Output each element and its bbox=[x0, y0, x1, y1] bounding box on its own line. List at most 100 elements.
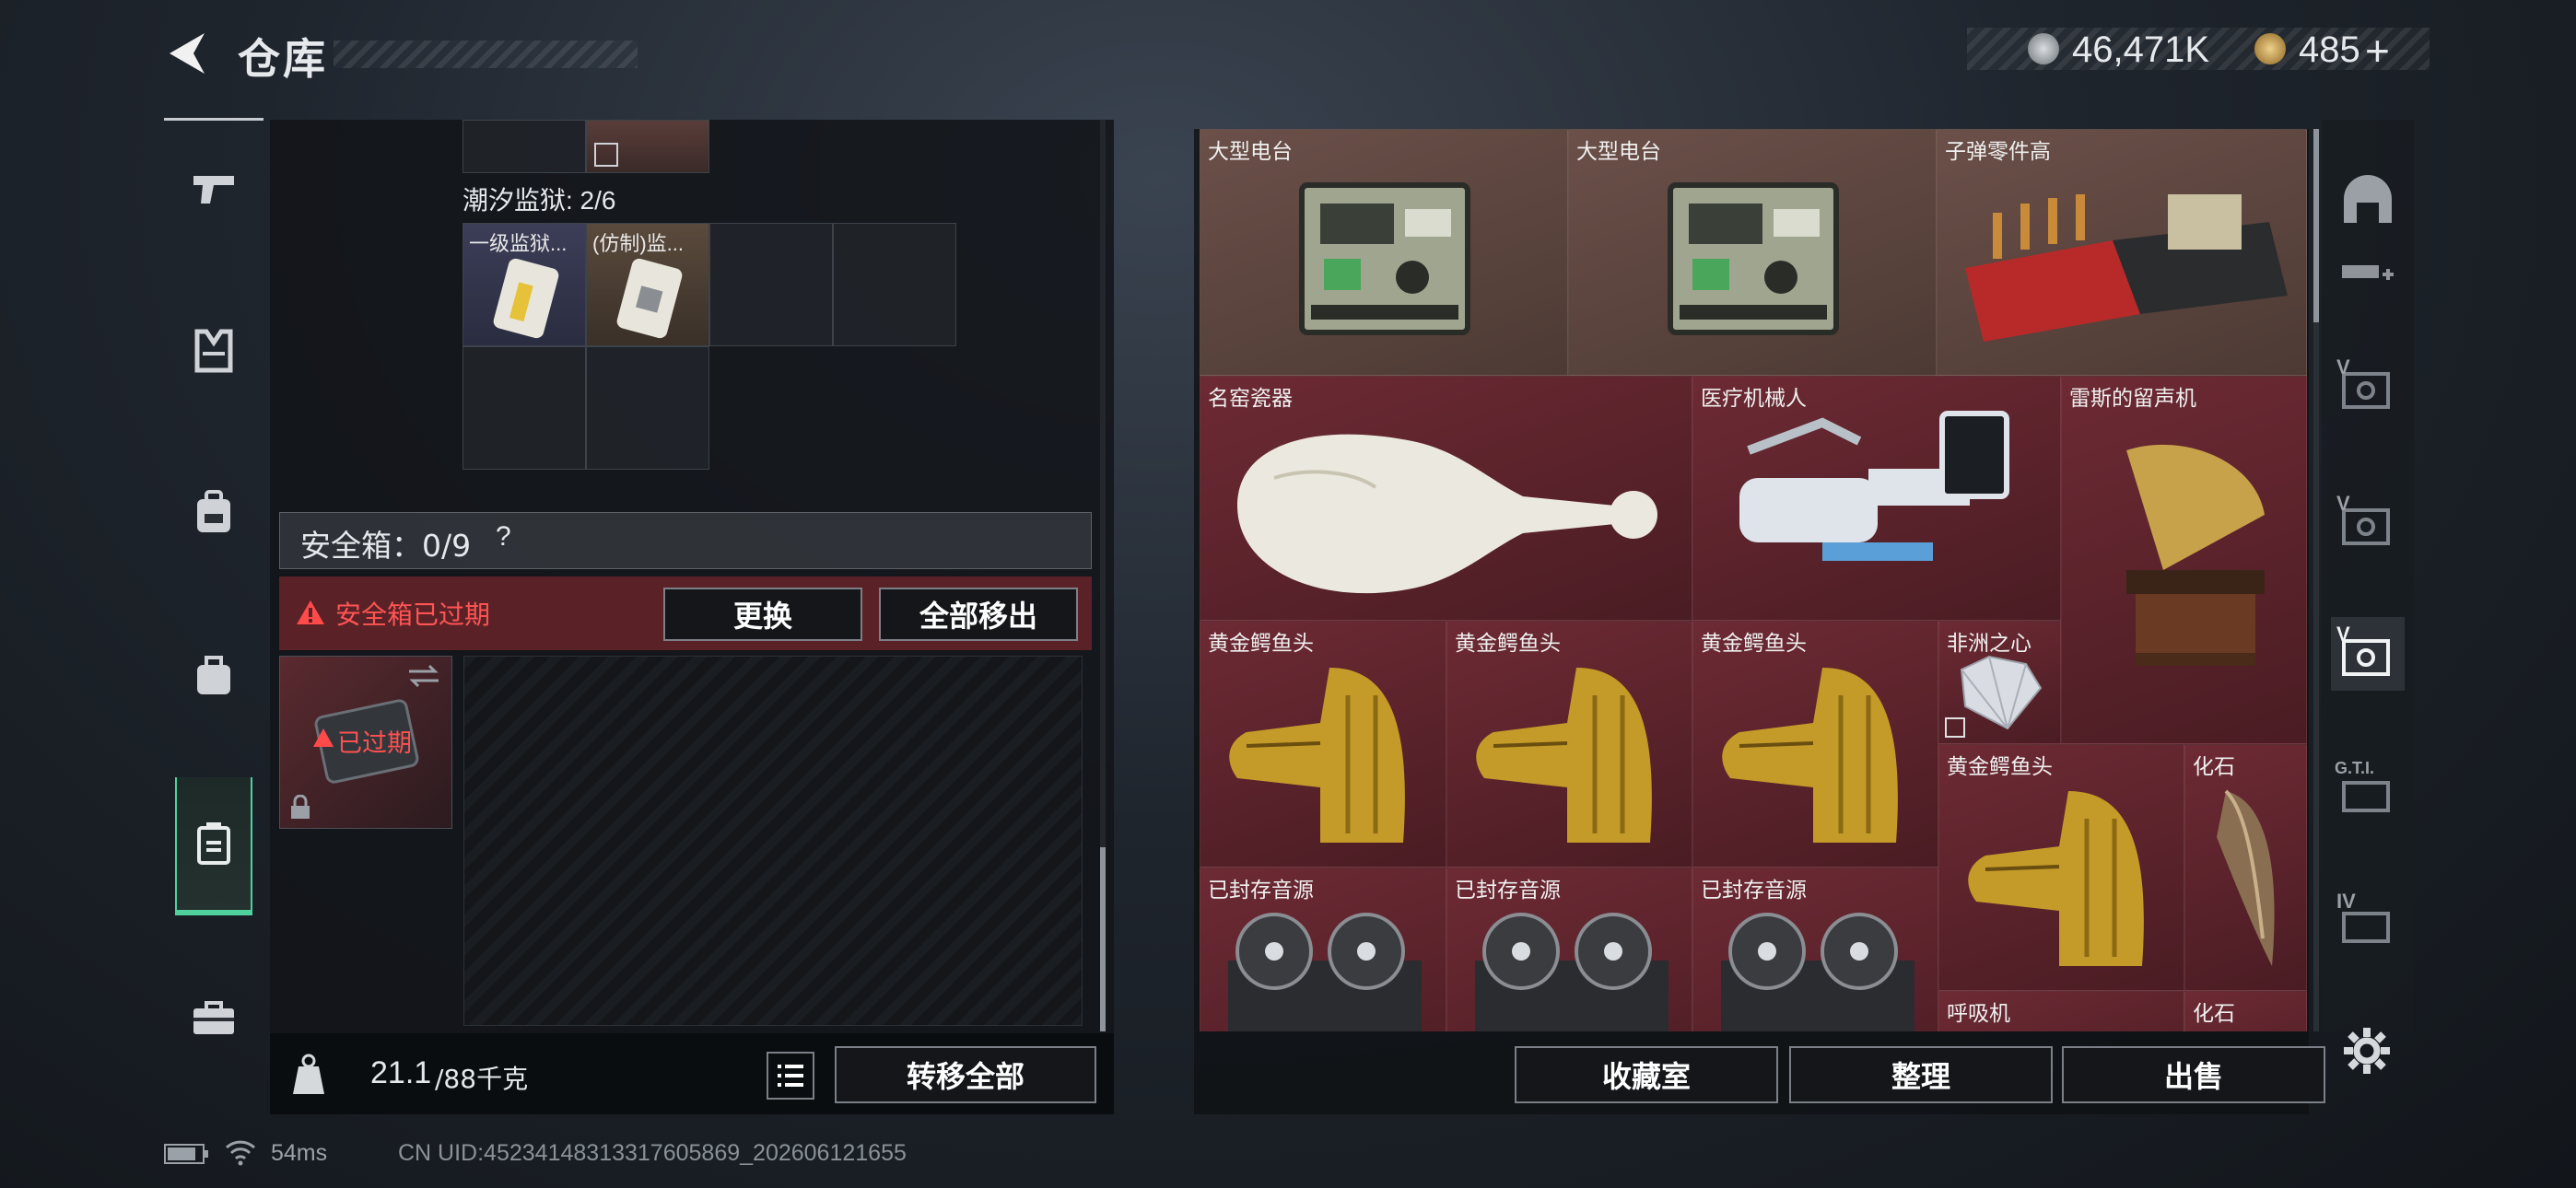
item-label: 化石 bbox=[2193, 755, 2235, 779]
backpack-icon bbox=[197, 490, 230, 532]
item-label: 大型电台 bbox=[1576, 140, 1661, 164]
container-item[interactable]: (仿制)监... bbox=[586, 223, 709, 346]
item-label: 已封存音源 bbox=[1208, 879, 1314, 903]
grid-slot[interactable] bbox=[833, 223, 956, 346]
nav-armor[interactable] bbox=[164, 282, 263, 420]
collection-item[interactable]: 医疗机械人 bbox=[1692, 376, 2061, 621]
title-decor bbox=[334, 41, 638, 68]
item-label: 已封存音源 bbox=[1455, 879, 1561, 903]
keycard-icon bbox=[616, 258, 683, 339]
gold-amount: 485 bbox=[2299, 29, 2360, 70]
sell-button[interactable]: 出售 bbox=[2062, 1046, 2325, 1103]
reel-recorder-icon bbox=[1721, 913, 1914, 1031]
grid-slot-item[interactable] bbox=[586, 120, 709, 173]
left-scrollbar-thumb[interactable] bbox=[1100, 847, 1106, 1031]
warning-icon bbox=[297, 600, 324, 624]
tier-label: G.T.I. bbox=[2335, 759, 2375, 777]
collection-item[interactable]: 已封存音源 bbox=[1446, 868, 1692, 1031]
list-view-icon[interactable] bbox=[767, 1052, 814, 1100]
item-label: 呼吸机 bbox=[1947, 1002, 2010, 1026]
collection-item[interactable]: 大型电台 bbox=[1568, 129, 1937, 376]
pistol-icon bbox=[193, 176, 234, 204]
lock-icon bbox=[291, 795, 310, 819]
nav-tier-v-3-active[interactable]: V bbox=[2331, 617, 2405, 691]
item-label: 黄金鳄鱼头 bbox=[1947, 755, 2053, 779]
reel-recorder-icon bbox=[1475, 913, 1669, 1031]
medical-robot-icon bbox=[1739, 411, 2009, 561]
swap-icon bbox=[409, 664, 439, 688]
toolbox-icon bbox=[193, 1001, 234, 1034]
wifi-icon bbox=[225, 1140, 256, 1166]
grid-slot[interactable] bbox=[586, 346, 709, 470]
no-insure-icon bbox=[1945, 717, 1965, 738]
pouch-icon bbox=[197, 656, 230, 694]
ping: 54ms bbox=[271, 1140, 328, 1166]
move-all-out-button[interactable]: 全部移出 bbox=[879, 588, 1078, 641]
collection-item[interactable]: 化石 bbox=[2184, 991, 2307, 1031]
gold-crocodile-head-icon bbox=[1476, 668, 1652, 843]
collection-item[interactable]: 已封存音源 bbox=[1200, 868, 1446, 1031]
collection-item[interactable]: 黄金鳄鱼头 bbox=[1938, 744, 2184, 991]
gold-coin-icon bbox=[2254, 33, 2286, 64]
item-label: 一级监狱... bbox=[469, 232, 568, 255]
back-arrow-icon[interactable] bbox=[162, 28, 214, 79]
add-currency-button[interactable]: + bbox=[2365, 26, 2390, 76]
tier-label: V bbox=[2336, 492, 2350, 515]
nav-tier-iv[interactable]: IV bbox=[2331, 884, 2405, 958]
collection-item[interactable]: 子弹零件高 bbox=[1937, 129, 2307, 376]
organize-button[interactable]: 整理 bbox=[1789, 1046, 2053, 1103]
help-icon[interactable]: ? bbox=[496, 521, 511, 553]
gramophone-icon bbox=[2126, 444, 2265, 666]
replace-button[interactable]: 更换 bbox=[663, 588, 862, 641]
nav-gun-add[interactable] bbox=[2331, 236, 2405, 309]
collection-item[interactable]: 黄金鳄鱼头 bbox=[1446, 621, 1692, 868]
safe-box-grid[interactable] bbox=[463, 656, 1083, 1026]
collection-item[interactable]: 雷斯的留声机 bbox=[2061, 376, 2307, 744]
page-title: 仓库 bbox=[238, 34, 328, 84]
nav-tier-v-2[interactable]: V bbox=[2331, 486, 2405, 560]
item-label: 大型电台 bbox=[1208, 140, 1293, 164]
weight-max: /88千克 bbox=[435, 1064, 529, 1094]
grid-slot[interactable] bbox=[463, 120, 586, 173]
collection-item[interactable]: 黄金鳄鱼头 bbox=[1200, 621, 1446, 868]
grid-slot[interactable] bbox=[463, 346, 586, 470]
no-insure-icon bbox=[594, 143, 618, 167]
battery-icon bbox=[164, 1144, 208, 1164]
collection-item[interactable]: 黄金鳄鱼头 bbox=[1692, 621, 1938, 868]
fossil-tooth-icon bbox=[2217, 789, 2275, 966]
collection-room-button[interactable]: 收藏室 bbox=[1515, 1046, 1778, 1103]
nav-weapon[interactable] bbox=[164, 120, 263, 258]
grid-slot[interactable] bbox=[709, 223, 833, 346]
container-item[interactable]: 一级监狱... bbox=[463, 223, 586, 346]
settings-gear-icon[interactable] bbox=[2342, 1026, 2392, 1076]
nav-tier-v-1[interactable]: V bbox=[2331, 350, 2405, 424]
container-label: 潮汐监狱: 2/6 bbox=[463, 186, 616, 215]
tier-label: V bbox=[2336, 355, 2350, 379]
safe-case-slot[interactable]: 已过期 bbox=[279, 656, 452, 829]
collection-item[interactable]: 名窑瓷器 bbox=[1200, 376, 1692, 621]
nav-pouch[interactable] bbox=[164, 606, 263, 744]
tier-label: IV bbox=[2336, 890, 2356, 913]
right-scrollbar-thumb[interactable] bbox=[2313, 129, 2319, 322]
silver-coin-icon bbox=[2028, 33, 2059, 64]
armor-vest-icon bbox=[194, 329, 233, 373]
nav-safe-box[interactable] bbox=[175, 777, 252, 915]
collection-item[interactable]: 呼吸机 bbox=[1938, 991, 2184, 1031]
collection-item[interactable]: 大型电台 bbox=[1200, 129, 1568, 376]
safe-box-icon bbox=[197, 822, 230, 865]
vault-icon bbox=[2344, 175, 2392, 223]
nav-vault[interactable] bbox=[2331, 162, 2405, 236]
item-label: 黄金鳄鱼头 bbox=[1455, 632, 1561, 656]
gold-crocodile-head-icon bbox=[1722, 668, 1898, 843]
uid-text: CN UID:4523414831331760586​9_20260612165… bbox=[398, 1140, 907, 1166]
nav-gti[interactable]: G.T.I. bbox=[2331, 753, 2405, 827]
collection-item[interactable]: 非洲之心 bbox=[1938, 621, 2061, 744]
collection-item[interactable]: 已封存音源 bbox=[1692, 868, 1938, 1031]
collection-item[interactable]: 化石 bbox=[2184, 744, 2307, 991]
item-label: 雷斯的留声机 bbox=[2069, 387, 2196, 411]
transfer-all-button[interactable]: 转移全部 bbox=[835, 1046, 1096, 1103]
safe-box-capacity: 安全箱：0/9 bbox=[300, 528, 472, 564]
nav-toolbox[interactable] bbox=[164, 949, 263, 1087]
radio-icon bbox=[1299, 182, 1470, 335]
nav-backpack[interactable] bbox=[164, 444, 263, 582]
